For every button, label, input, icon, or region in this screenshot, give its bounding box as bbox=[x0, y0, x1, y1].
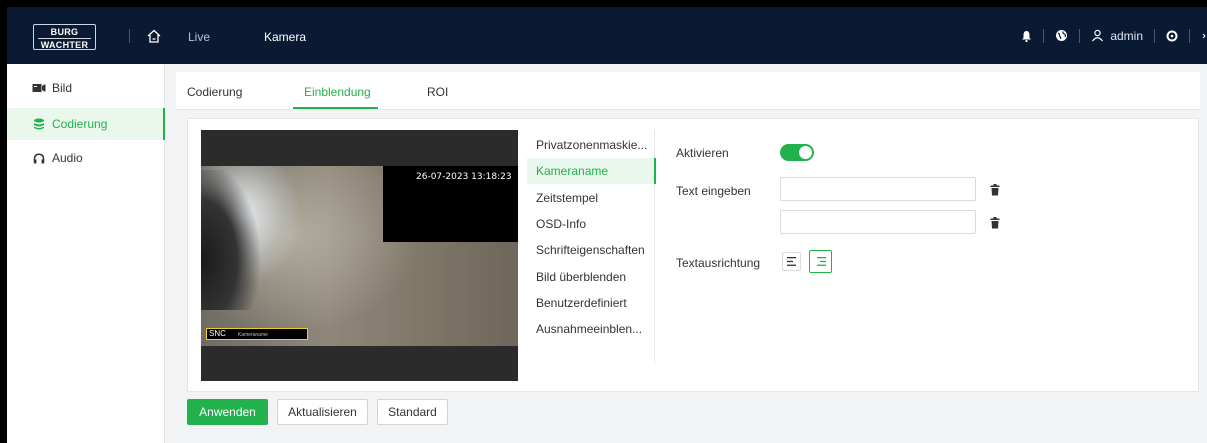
tab-bar: Codierung Einblendung ROI bbox=[176, 72, 1200, 110]
tab-roi[interactable]: ROI bbox=[427, 85, 448, 99]
overlay-submenu: Privatzonenmaskie... Kameraname Zeitstem… bbox=[527, 130, 656, 363]
headphones-icon bbox=[32, 152, 46, 164]
bell-icon[interactable] bbox=[1021, 30, 1032, 42]
text-input-1[interactable] bbox=[780, 177, 976, 201]
home-icon[interactable] bbox=[146, 28, 162, 44]
globe-icon[interactable] bbox=[1055, 29, 1068, 42]
sidebar-item-audio[interactable]: Audio bbox=[7, 142, 165, 174]
submenu-item-benutzerdefiniert[interactable]: Benutzerdefiniert bbox=[527, 290, 655, 316]
submenu-item-bild-ueberblenden[interactable]: Bild überblenden bbox=[527, 264, 655, 290]
submenu-item-ausnahmeeinblendung[interactable]: Ausnahmeeinblen... bbox=[527, 316, 655, 342]
logout-icon[interactable] bbox=[1201, 30, 1207, 42]
tab-codierung[interactable]: Codierung bbox=[187, 85, 242, 99]
align-left-button[interactable] bbox=[782, 252, 801, 271]
divider bbox=[1079, 28, 1081, 43]
submenu-item-zeitstempel[interactable]: Zeitstempel bbox=[527, 185, 655, 211]
trash-icon[interactable] bbox=[990, 217, 1000, 229]
user-icon bbox=[1092, 29, 1104, 42]
main-content: Codierung Einblendung ROI 26-07-2023 13:… bbox=[165, 64, 1207, 443]
sidebar-item-label: Bild bbox=[52, 81, 73, 95]
submenu-item-osd-info[interactable]: OSD-Info bbox=[527, 211, 655, 237]
sidebar-item-codierung[interactable]: Codierung bbox=[7, 108, 166, 140]
camera-preview[interactable]: 26-07-2023 13:18:23 SNC Kameraname bbox=[201, 130, 518, 381]
username: admin bbox=[1110, 28, 1143, 43]
osd-camera-name[interactable]: SNC Kameraname bbox=[206, 328, 308, 340]
camera-dome bbox=[201, 170, 271, 310]
user-menu[interactable]: admin bbox=[1091, 29, 1143, 43]
settings-icon[interactable] bbox=[1166, 30, 1178, 42]
align-right-button[interactable] bbox=[809, 250, 832, 273]
tab-einblendung[interactable]: Einblendung bbox=[304, 85, 371, 99]
text-input-label: Text eingeben bbox=[676, 184, 751, 198]
image-icon bbox=[32, 82, 46, 94]
top-bar-actions: admin bbox=[1021, 7, 1207, 64]
activate-label: Aktivieren bbox=[676, 146, 729, 160]
osd-camera-name-small: Kameraname bbox=[237, 332, 268, 338]
activate-toggle[interactable] bbox=[780, 144, 814, 161]
sidebar: Bild Codierung Audio bbox=[7, 64, 166, 443]
settings-panel: 26-07-2023 13:18:23 SNC Kameraname Privat… bbox=[187, 118, 1199, 392]
osd-camera-name-text: SNC bbox=[209, 329, 226, 338]
default-button[interactable]: Standard bbox=[377, 399, 448, 425]
nav-live[interactable]: Live bbox=[188, 30, 210, 44]
refresh-button[interactable]: Aktualisieren bbox=[277, 399, 368, 425]
stack-icon bbox=[32, 118, 46, 130]
divider bbox=[1154, 28, 1155, 43]
trash-icon[interactable] bbox=[990, 184, 1000, 196]
apply-button[interactable]: Anwenden bbox=[187, 399, 268, 425]
divider bbox=[1189, 28, 1190, 43]
divider bbox=[1043, 28, 1045, 43]
text-input-2[interactable] bbox=[780, 210, 976, 234]
alignment-label: Textausrichtung bbox=[676, 256, 761, 270]
sidebar-item-bild[interactable]: Bild bbox=[7, 72, 165, 104]
submenu-item-schrifteigenschaften[interactable]: Schrifteigenschaften bbox=[527, 237, 655, 263]
logo-line-2: WACHTER bbox=[38, 38, 91, 50]
sidebar-item-label: Audio bbox=[52, 151, 83, 165]
brand-logo: BURG WACHTER bbox=[33, 24, 96, 50]
submenu-item-kameraname[interactable]: Kameraname bbox=[527, 158, 656, 184]
active-tab-indicator bbox=[293, 107, 378, 109]
osd-timestamp: 26-07-2023 13:18:23 bbox=[416, 172, 512, 182]
align-left-icon bbox=[786, 257, 796, 266]
divider bbox=[129, 29, 130, 43]
submenu-item-privatzonen[interactable]: Privatzonenmaskie... bbox=[527, 132, 655, 158]
logo-line-1: BURG bbox=[50, 27, 79, 37]
nav-kamera[interactable]: Kamera bbox=[264, 30, 306, 44]
align-right-icon bbox=[816, 257, 826, 266]
sidebar-item-label: Codierung bbox=[52, 117, 108, 131]
top-bar: BURG WACHTER Live Kamera admin bbox=[7, 7, 1207, 64]
